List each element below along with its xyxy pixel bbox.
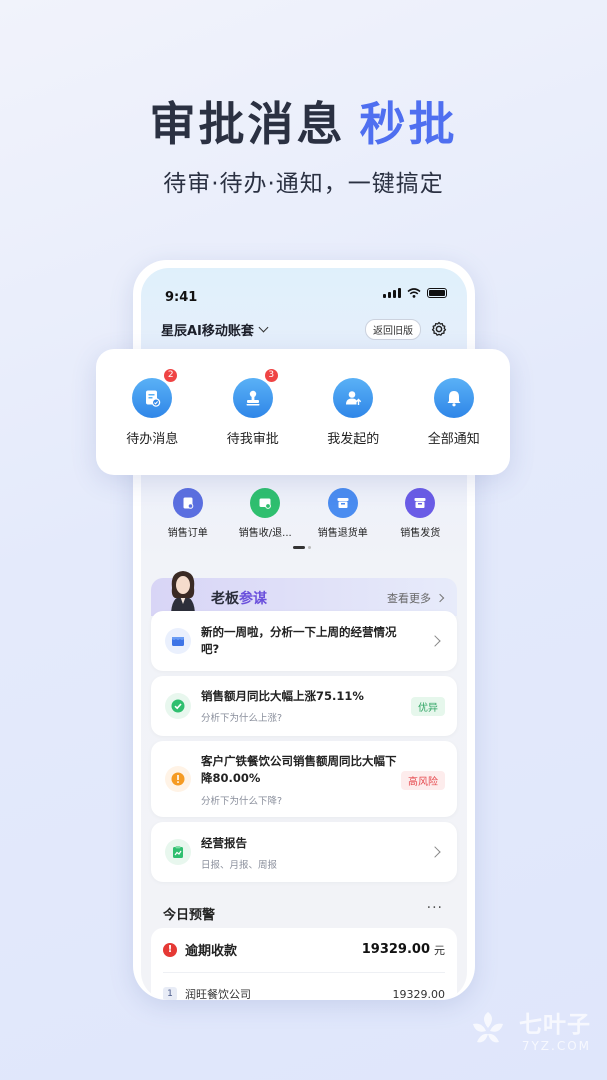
insight-card-report[interactable]: 经营报告 日报、月报、周报 [151,822,457,882]
list-item[interactable]: 1 润旺餐饮公司 19329.00 [163,986,445,1000]
warning-amount: 19329.00 [361,942,430,957]
quick-item-sales-order[interactable]: 销售订单 [152,488,224,539]
status-bar: 9:41 [165,286,447,305]
boss-title-b: 参谋 [239,591,267,607]
row-amount: 19329.00 [392,987,446,1001]
shortcut-initiated-by-me[interactable]: 我发起的 [305,377,401,447]
row-customer: 润旺餐饮公司 [185,988,251,1000]
status-icons [383,288,447,298]
boss-title-a: 老板 [211,591,239,607]
warning-unit: 元 [434,943,445,957]
quick-label: 销售退货单 [317,528,368,539]
sales-return-icon [327,488,358,518]
headline-accent: 秒批 [359,97,458,151]
shortcut-label: 待办消息 [126,431,179,447]
subline: 待审·待办·通知，一键搞定 [163,171,444,197]
warning-head: ! 逾期收款 19329.00 元 [163,940,445,959]
todo-message-icon: 2 [132,367,179,418]
status-time: 9:41 [165,290,198,305]
chevron-right-icon [429,635,441,647]
account-name[interactable]: 星辰AI移动账套 [161,320,254,339]
sales-delivery-icon [405,488,436,518]
status-badge-high-risk: 高风险 [401,771,445,790]
sales-order-icon [172,488,203,518]
insight-card-weekly[interactable]: 新的一周啦，分析一下上周的经营情况吧? [151,611,457,671]
chevron-down-icon[interactable] [258,322,269,332]
return-old-version-button[interactable]: 返回旧版 [365,318,421,340]
shortcut-label: 待我审批 [226,431,279,447]
card-subtitle: 分析下为什么上涨? [201,713,283,724]
battery-icon [427,288,447,298]
quick-label: 销售订单 [167,528,208,539]
chevron-right-icon [435,593,445,603]
report-icon [165,839,191,865]
see-more-label: 查看更多 [387,592,431,605]
card-subtitle: 日报、月报、周报 [201,860,278,871]
shortcut-label: 我发起的 [327,431,380,447]
unread-count-badge: 3 [263,367,279,383]
gear-icon[interactable] [431,321,447,337]
divider [163,972,445,973]
headline-main: 审批消息 [149,97,346,151]
card-title: 客户广铁餐饮公司销售额周同比大幅下降80.00% [201,754,397,785]
unread-count-badge: 2 [163,367,179,383]
headline: 审批消息 秒批 [0,88,607,154]
card-title: 经营报告 [201,836,247,850]
signal-icon [383,288,401,298]
card-title: 销售额月同比大幅上涨75.11% [201,689,364,703]
status-badge-excellent: 优异 [411,697,445,716]
watermark-name: 七叶子 [519,1012,591,1038]
quick-row: 销售订单 销售收/退... 销售退货单 销售发货 [149,488,459,539]
overdue-receivable-card[interactable]: ! 逾期收款 19329.00 元 1 润旺餐饮公司 19329.00 [151,928,457,1000]
card-title: 新的一周啦，分析一下上周的经营情况吧? [201,625,397,656]
sales-receipt-icon [250,488,281,518]
insight-card-customer-drop[interactable]: 客户广铁餐饮公司销售额周同比大幅下降80.00% 分析下为什么下降? 高风险 [151,741,457,817]
see-more-link[interactable]: 查看更多 [387,590,445,606]
wifi-icon [407,288,421,298]
page-indicator [293,546,311,549]
bell-icon [433,377,474,418]
quick-item-sales-return[interactable]: 销售退货单 [307,488,379,539]
card-subtitle: 分析下为什么下降? [201,796,283,807]
account-row: 星辰AI移动账套 返回旧版 [161,318,447,340]
check-icon [165,693,191,719]
warning-icon [165,766,191,792]
insight-card-sales-up[interactable]: 销售额月同比大幅上涨75.11% 分析下为什么上涨? 优异 [151,676,457,736]
watermark-domain: 7YZ.COM [521,1039,591,1053]
quick-item-sales-receipt[interactable]: 销售收/退... [229,488,301,539]
shortcut-todo-messages[interactable]: 2 待办消息 [104,367,200,447]
chevron-right-icon [429,846,441,858]
leaf-logo [473,1012,503,1043]
boss-advisor-title: 老板参谋 [211,588,267,608]
warning-label: 逾期收款 [185,944,238,959]
alert-icon: ! [163,942,177,957]
more-dots-icon[interactable]: ··· [427,900,443,916]
row-index: 1 [163,987,177,1000]
quick-label: 销售发货 [400,528,441,539]
message-shortcut-panel: 2 待办消息 3 待我审批 我发起的 全部通知 [96,349,510,475]
shortcut-pending-approval[interactable]: 3 待我审批 [205,367,301,447]
approval-stamp-icon: 3 [232,367,279,418]
quick-label: 销售收/退... [238,528,292,539]
watermark: 七叶子 7YZ.COM [463,1004,591,1054]
shortcut-label: 全部通知 [427,431,480,447]
today-warning-title: 今日预警 [163,908,216,923]
shop-icon [165,628,191,654]
advisor-avatar [171,571,195,616]
quick-item-sales-delivery[interactable]: 销售发货 [384,488,456,539]
initiated-user-icon [333,377,374,418]
shortcut-all-notifications[interactable]: 全部通知 [406,377,502,447]
